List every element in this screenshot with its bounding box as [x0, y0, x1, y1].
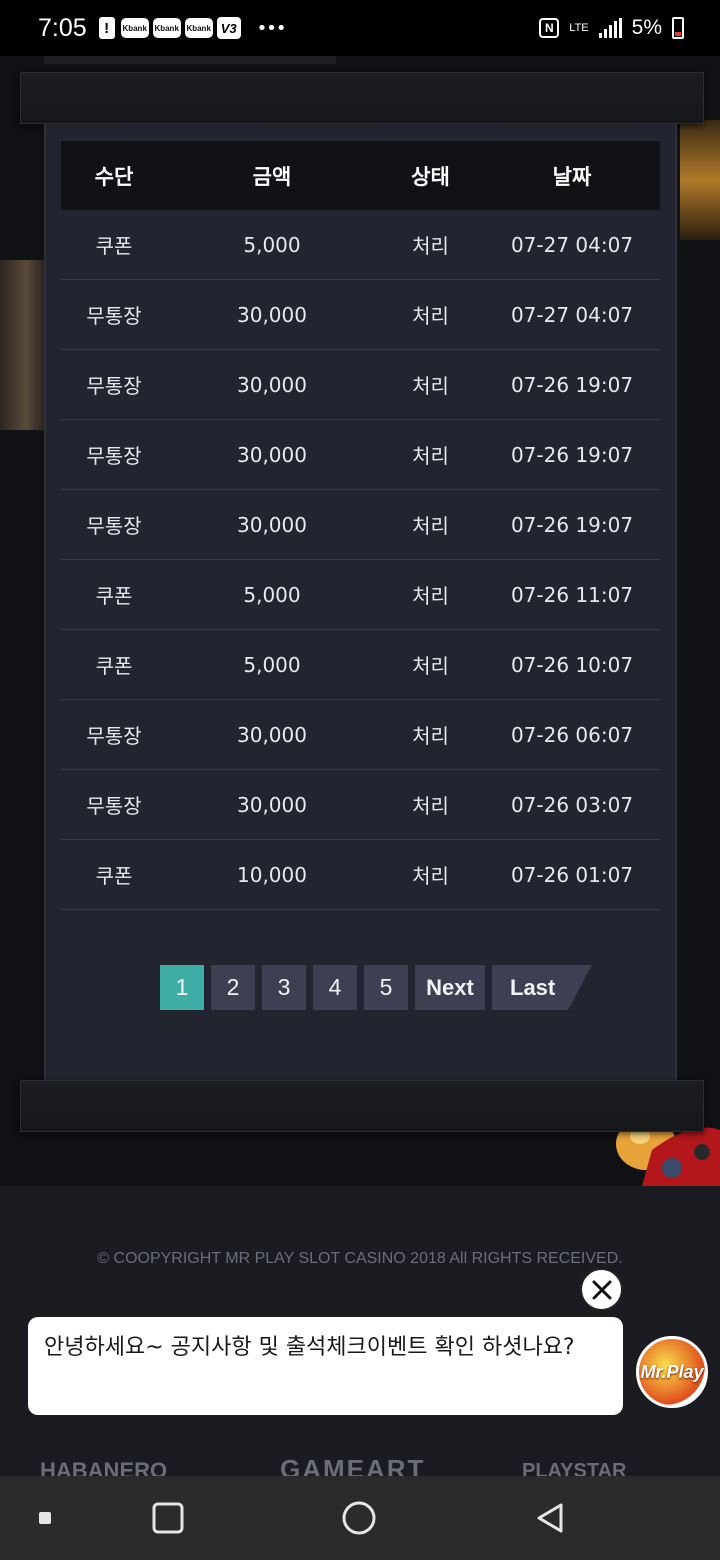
table-row: 무통장 30,000 처리 07-26 19:07 — [61, 490, 660, 560]
cell-date: 07-26 03:07 — [510, 792, 634, 817]
battery-icon — [672, 17, 684, 39]
table-row: 쿠폰 10,000 처리 07-26 01:07 — [61, 840, 660, 910]
table-body: 쿠폰 5,000 처리 07-27 04:07 무통장 30,000 처리 07-27 04:… — [61, 210, 660, 910]
cell-amount: 5,000 — [243, 652, 301, 677]
lte-icon: LTE — [569, 22, 589, 34]
column-header-date: 날짜 — [552, 164, 592, 189]
scroll-rod-top — [20, 72, 704, 124]
kbank-icon: Kbank — [120, 18, 149, 38]
table-row: 무통장 30,000 처리 07-26 19:07 — [61, 350, 660, 420]
close-icon[interactable] — [580, 1268, 623, 1311]
cell-method: 쿠폰 — [95, 864, 133, 888]
gameart-logo: GAMEART — [280, 1454, 426, 1476]
cell-method: 무통장 — [86, 304, 142, 328]
cell-status: 처리 — [412, 654, 449, 678]
page-button-1[interactable]: 1 — [160, 965, 204, 1010]
cell-amount: 30,000 — [237, 302, 307, 327]
more-icon: ••• — [256, 17, 287, 39]
cell-amount: 30,000 — [237, 442, 307, 467]
table-row: 쿠폰 5,000 처리 07-27 04:07 — [61, 210, 660, 280]
column-header-method: 수단 — [94, 164, 134, 189]
alert-icon: ! — [98, 17, 115, 39]
cell-date: 07-26 10:07 — [510, 652, 634, 677]
cell-method: 무통장 — [86, 444, 142, 468]
status-right: N LTE 5% — [539, 16, 684, 40]
page-button-5[interactable]: 5 — [364, 965, 408, 1010]
pagination: 1 2 3 4 5 Next Last — [160, 965, 592, 1010]
navigation-bar — [0, 1476, 720, 1560]
cell-status: 처리 — [412, 234, 449, 258]
home-icon[interactable] — [339, 1498, 379, 1538]
cell-status: 처리 — [412, 864, 449, 888]
history-table: 수단 금액 상태 날짜 쿠폰 5,000 처리 07-27 04:07 무통장 30,00… — [61, 141, 660, 910]
nfc-icon: N — [539, 18, 560, 38]
avatar-label: Mr.Play — [640, 1361, 704, 1382]
table-row: 무통장 30,000 처리 07-26 06:07 — [61, 700, 660, 770]
cell-date: 07-26 19:07 — [510, 512, 634, 537]
status-time: 7:05 — [38, 13, 87, 42]
kbank-icon: Kbank — [184, 18, 213, 38]
table-header: 수단 금액 상태 날짜 — [61, 141, 660, 210]
cell-amount: 30,000 — [237, 722, 307, 747]
signal-icon — [598, 18, 622, 38]
background-character-image — [0, 260, 44, 430]
cell-status: 처리 — [412, 514, 449, 538]
page-button-2[interactable]: 2 — [211, 965, 255, 1010]
table-row: 무통장 30,000 처리 07-26 19:07 — [61, 420, 660, 490]
back-icon[interactable] — [530, 1498, 570, 1538]
next-page-button[interactable]: Next — [415, 965, 485, 1010]
overview-icon[interactable] — [148, 1498, 188, 1538]
v3-icon: V3 — [216, 17, 241, 39]
recents-icon[interactable] — [25, 1498, 65, 1538]
cell-amount: 30,000 — [237, 512, 307, 537]
background-lamp-image — [680, 120, 720, 240]
kbank-icon: Kbank — [152, 18, 181, 38]
habanero-logo: HABANERO — [40, 1458, 168, 1476]
cell-date: 07-26 01:07 — [510, 862, 634, 887]
cell-method: 쿠폰 — [95, 234, 133, 258]
page-button-3[interactable]: 3 — [262, 965, 306, 1010]
notice-toast[interactable]: 안녕하세요~ 공지사항 및 출석체크이벤트 확인 하셧나요? — [28, 1317, 623, 1415]
scroll-cap — [44, 56, 336, 64]
cell-amount: 30,000 — [237, 792, 307, 817]
cell-method: 무통장 — [86, 514, 142, 538]
table-row: 쿠폰 5,000 처리 07-26 10:07 — [61, 630, 660, 700]
cell-date: 07-27 04:07 — [510, 232, 634, 257]
cell-amount: 5,000 — [243, 582, 301, 607]
cell-amount: 5,000 — [243, 232, 301, 257]
playstar-logo: PLAYSTAR — [522, 1460, 627, 1476]
last-page-button[interactable]: Last — [492, 965, 592, 1010]
cell-status: 처리 — [412, 584, 449, 608]
cell-status: 처리 — [412, 444, 449, 468]
battery-percent: 5% — [631, 16, 662, 39]
cell-date: 07-26 06:07 — [510, 722, 634, 747]
chat-avatar-button[interactable]: Mr.Play — [636, 1336, 708, 1408]
cell-amount: 10,000 — [237, 862, 307, 887]
cell-status: 처리 — [412, 304, 449, 328]
cell-date: 07-27 04:07 — [510, 302, 634, 327]
cell-method: 무통장 — [86, 374, 142, 398]
cell-date: 07-26 19:07 — [510, 372, 634, 397]
status-bar: 7:05 ! Kbank Kbank Kbank V3 ••• N LTE 5% — [0, 0, 720, 56]
table-row: 무통장 30,000 처리 07-27 04:07 — [61, 280, 660, 350]
table-row: 쿠폰 5,000 처리 07-26 11:07 — [61, 560, 660, 630]
scroll-rod-bottom — [20, 1080, 704, 1132]
cell-status: 처리 — [412, 794, 449, 818]
table-row: 무통장 30,000 처리 07-26 03:07 — [61, 770, 660, 840]
column-header-status: 상태 — [411, 164, 450, 189]
cell-method: 쿠폰 — [95, 654, 133, 678]
page-button-4[interactable]: 4 — [313, 965, 357, 1010]
copyright-text: © COOPYRIGHT MR PLAY SLOT CASINO 2018 Al… — [97, 1250, 623, 1267]
cell-date: 07-26 11:07 — [510, 582, 634, 607]
cell-status: 처리 — [412, 724, 449, 748]
cell-status: 처리 — [412, 374, 449, 398]
column-header-amount: 금액 — [252, 164, 292, 189]
cell-amount: 30,000 — [237, 372, 307, 397]
cell-method: 무통장 — [86, 794, 142, 818]
cell-date: 07-26 19:07 — [510, 442, 634, 467]
cell-method: 무통장 — [86, 724, 142, 748]
cell-method: 쿠폰 — [95, 584, 133, 608]
